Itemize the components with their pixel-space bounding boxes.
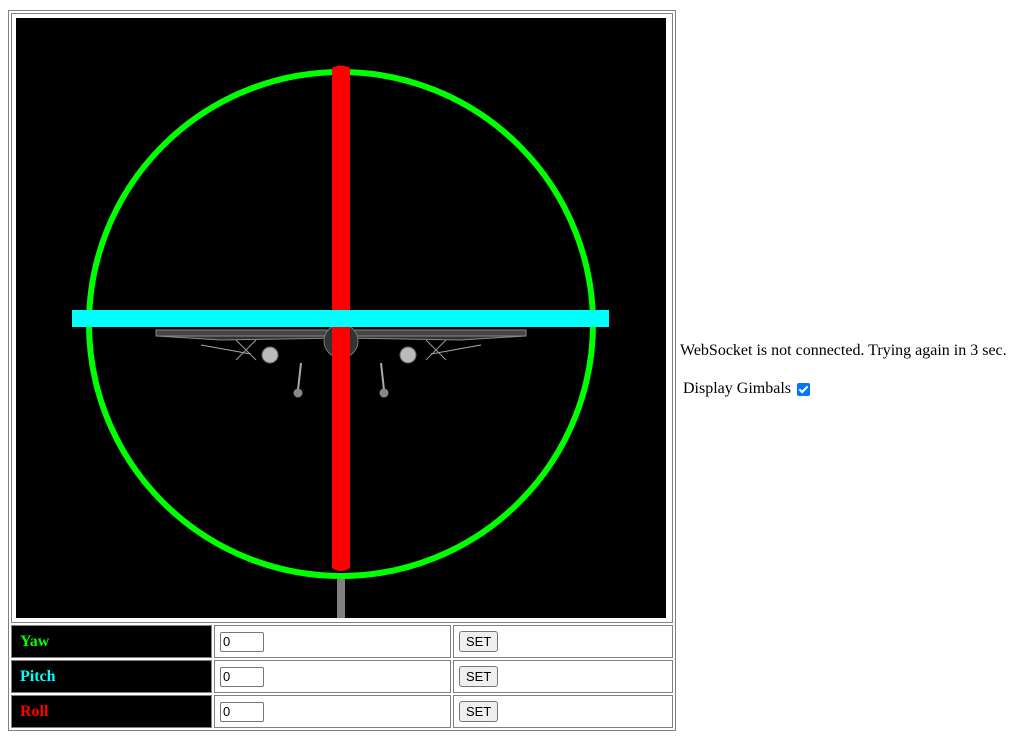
- pitch-value-cell: [214, 660, 451, 693]
- display-gimbals-option: Display Gimbals: [683, 380, 810, 398]
- viewport-cell: [11, 13, 673, 623]
- roll-set-button[interactable]: SET: [459, 701, 499, 722]
- pitch-label: Pitch: [20, 667, 56, 685]
- roll-label: Roll: [20, 702, 49, 720]
- roll-label-cell: Roll: [11, 695, 212, 728]
- roll-button-cell: SET: [453, 695, 673, 728]
- yaw-label-cell: Yaw: [11, 625, 212, 658]
- websocket-status: WebSocket is not connected. Trying again…: [680, 342, 1007, 359]
- yaw-value-cell: [214, 625, 451, 658]
- display-gimbals-checkbox[interactable]: [797, 382, 810, 396]
- pitch-button-cell: SET: [453, 660, 673, 693]
- stand-post: [337, 573, 345, 618]
- yaw-set-button[interactable]: SET: [459, 631, 499, 652]
- pitch-set-button[interactable]: SET: [459, 666, 499, 687]
- roll-row: Roll SET: [11, 695, 673, 728]
- pitch-input[interactable]: [220, 666, 264, 687]
- yaw-row: Yaw SET: [11, 625, 673, 658]
- gimbal-viewport[interactable]: [16, 18, 666, 618]
- pitch-label-cell: Pitch: [11, 660, 212, 693]
- gimbal-scene: [72, 65, 609, 618]
- roll-input[interactable]: [220, 701, 264, 722]
- pitch-ring-overlap: [332, 310, 350, 327]
- pitch-row: Pitch SET: [11, 660, 673, 693]
- yaw-input[interactable]: [220, 631, 264, 652]
- yaw-label: Yaw: [20, 632, 50, 650]
- roll-value-cell: [214, 695, 451, 728]
- yaw-button-cell: SET: [453, 625, 673, 658]
- main-layout-table: Yaw SET Pitch SET Roll SET: [8, 10, 676, 731]
- display-gimbals-label: Display Gimbals: [683, 380, 791, 397]
